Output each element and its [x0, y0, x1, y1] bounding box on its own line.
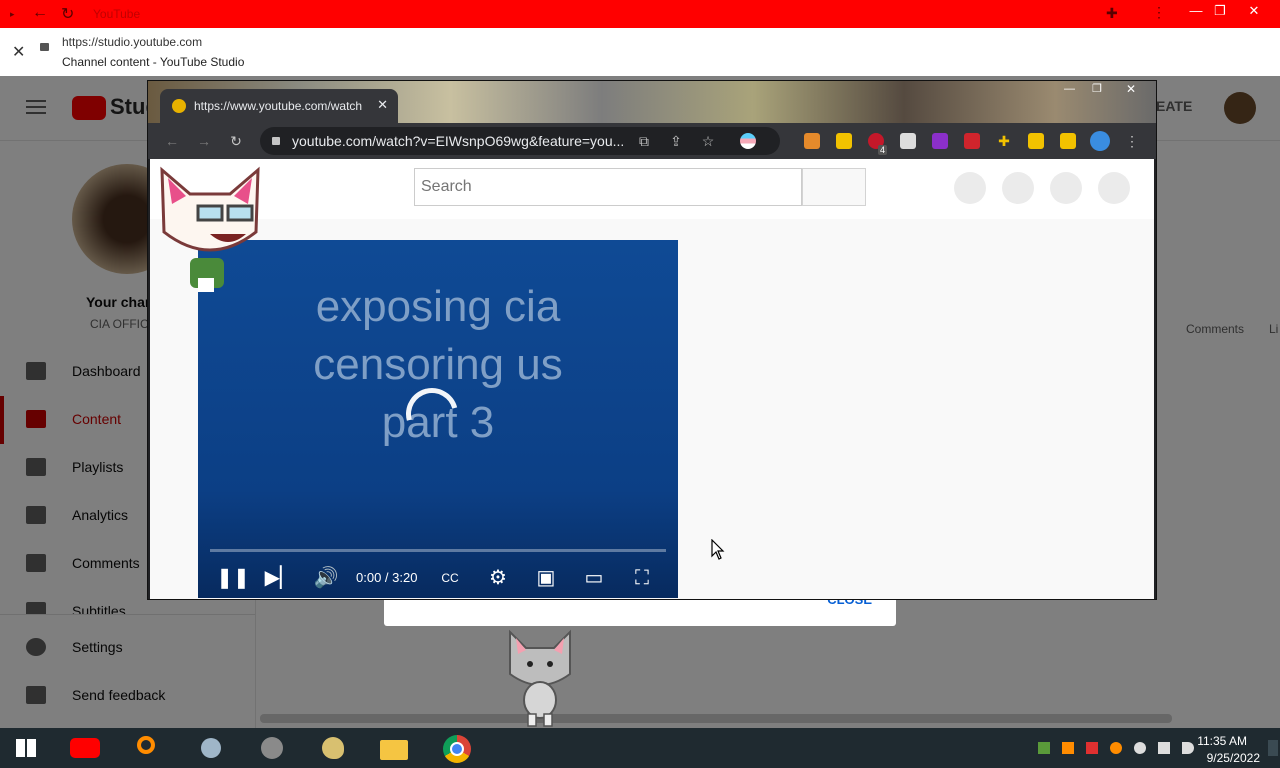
chrome-center — [450, 742, 464, 756]
palette-icon — [322, 737, 344, 759]
notification-icon[interactable] — [1268, 740, 1278, 756]
folder-icon — [380, 740, 408, 760]
placeholder-icon[interactable] — [1050, 172, 1082, 204]
back-arrow-icon[interactable]: ← — [32, 4, 48, 22]
placeholder-icon[interactable] — [954, 172, 986, 204]
youtube-app-icon: ▸ — [10, 9, 15, 19]
browser-toolbar: ← → ↻ youtube.com/watch?v=EIWsnpO69wg&fe… — [148, 123, 1156, 159]
outer-url-text[interactable]: https://studio.youtube.com — [62, 35, 202, 49]
video-text-line: censoring us — [313, 340, 563, 389]
side-panel-icon[interactable] — [1060, 133, 1076, 149]
outer-title-bar: ▸ ← ↻ YouTube ✚ ⋮ — ❐ ✕ — [0, 0, 1280, 28]
restore-button[interactable]: ❐ — [1092, 82, 1102, 95]
omnibox-url[interactable]: youtube.com/watch?v=EIWsnpO69wg&feature=… — [292, 133, 624, 149]
progress-bar[interactable] — [210, 549, 666, 552]
tray-search-icon[interactable] — [1110, 742, 1122, 754]
extension-puzzle-icon[interactable]: ✚ — [994, 131, 1014, 151]
bookmark-star-icon[interactable]: ☆ — [698, 131, 718, 151]
tab-title: https://www.youtube.com/watch — [194, 99, 363, 113]
captions-icon[interactable]: CC — [430, 558, 470, 598]
ublock-badge: 4 — [878, 145, 888, 155]
mouse-cursor-icon — [711, 539, 725, 560]
share-icon[interactable]: ⇪ — [666, 131, 686, 151]
lock-icon — [40, 43, 49, 51]
theater-mode-icon[interactable]: ▭ — [574, 558, 614, 598]
clock-time[interactable]: 11:35 AM — [1197, 734, 1247, 748]
figure-extension-icon[interactable] — [964, 133, 980, 149]
pause-icon[interactable]: ❚❚ — [213, 558, 253, 598]
restore-button[interactable]: ❐ — [1206, 3, 1234, 19]
volume-icon[interactable] — [1182, 742, 1194, 754]
placeholder-icon[interactable] — [1098, 172, 1130, 204]
volume-icon[interactable]: 🔊 — [306, 558, 346, 598]
close-window-button[interactable]: ✕ — [1126, 82, 1136, 96]
taskbar-file-explorer[interactable] — [377, 732, 411, 764]
video-player[interactable]: exposing cia censoring us part 3 ❚❚ ▶▏ 🔊… — [198, 240, 678, 598]
magnifier-icon — [137, 736, 155, 754]
tool-icon — [201, 738, 221, 758]
tab-close-icon[interactable]: ✕ — [377, 97, 388, 113]
tray-app-icon[interactable] — [1038, 742, 1050, 754]
player-controls: ❚❚ ▶▏ 🔊 0:00 / 3:20 CC ⚙ ▣ ▭ ⛶ — [198, 558, 678, 598]
browser-tab[interactable]: https://www.youtube.com/watch ✕ — [160, 89, 398, 123]
outer-page-title: Channel content - YouTube Studio — [62, 55, 245, 69]
taskbar-media-app[interactable] — [255, 732, 289, 764]
taskbar-search-app[interactable] — [131, 732, 165, 764]
placeholder-icon[interactable] — [1002, 172, 1034, 204]
runner-extension-icon[interactable] — [836, 133, 852, 149]
search-box[interactable] — [414, 168, 802, 206]
time-display: 0:00 / 3:20 — [356, 570, 418, 585]
miniplayer-icon[interactable]: ▣ — [526, 558, 566, 598]
wt-extension-icon[interactable] — [900, 133, 916, 149]
minimize-button[interactable]: — — [1064, 83, 1075, 95]
youtube-icon — [70, 738, 100, 758]
profile-avatar-icon[interactable] — [1090, 131, 1110, 151]
popup-browser-window: https://www.youtube.com/watch ✕ — ❐ ✕ ← … — [147, 80, 1157, 600]
film-reel-icon — [261, 737, 283, 759]
fullscreen-icon[interactable]: ⛶ — [622, 558, 662, 598]
window-title: YouTube — [93, 7, 141, 21]
cat-mascot-icon — [160, 166, 260, 292]
reload-icon[interactable]: ↻ — [61, 4, 74, 24]
taskbar-chrome[interactable] — [440, 732, 474, 764]
witch-extension-icon[interactable] — [932, 133, 948, 149]
search-button[interactable] — [802, 168, 866, 206]
lock-icon — [272, 137, 280, 145]
extension-puzzle-icon[interactable]: ✚ — [1106, 5, 1118, 22]
close-window-button[interactable]: ✕ — [1240, 3, 1268, 19]
back-arrow-icon[interactable]: ← — [162, 131, 182, 151]
taskbar-paint[interactable] — [316, 732, 350, 764]
tab-favicon-icon — [172, 99, 186, 113]
media-list-icon[interactable] — [1028, 133, 1044, 149]
close-icon[interactable]: ✕ — [12, 42, 25, 62]
network-icon[interactable] — [1158, 742, 1170, 754]
next-icon[interactable]: ▶▏ — [260, 558, 300, 598]
open-external-icon[interactable]: ⧉ — [634, 131, 654, 151]
gear-icon[interactable]: ⚙ — [478, 558, 518, 598]
clock-date[interactable]: 9/25/2022 — [1207, 751, 1260, 765]
menu-dots-icon[interactable]: ⋮ — [1152, 4, 1166, 21]
taskbar-youtube[interactable] — [68, 732, 102, 764]
flag-extension-icon[interactable] — [740, 133, 756, 149]
video-text-line: exposing cia — [315, 282, 561, 331]
menu-dots-icon[interactable]: ⋮ — [1122, 131, 1142, 151]
paw-extension-icon[interactable] — [804, 133, 820, 149]
tray-emoji-icon[interactable] — [1134, 742, 1146, 754]
tray-app-icon[interactable] — [1062, 742, 1074, 754]
search-input[interactable] — [415, 169, 793, 205]
forward-arrow-icon[interactable]: → — [194, 131, 214, 151]
cat-mascot-icon — [509, 629, 571, 727]
browser-tabstrip: https://www.youtube.com/watch ✕ — ❐ ✕ — [148, 81, 1156, 123]
tray-flag-icon[interactable] — [1086, 742, 1098, 754]
windows-start-icon[interactable] — [16, 739, 36, 757]
taskbar-paint-tool[interactable] — [193, 732, 227, 764]
reload-icon[interactable]: ↻ — [226, 131, 246, 151]
taskbar: 11:35 AM 9/25/2022 — [0, 728, 1280, 768]
